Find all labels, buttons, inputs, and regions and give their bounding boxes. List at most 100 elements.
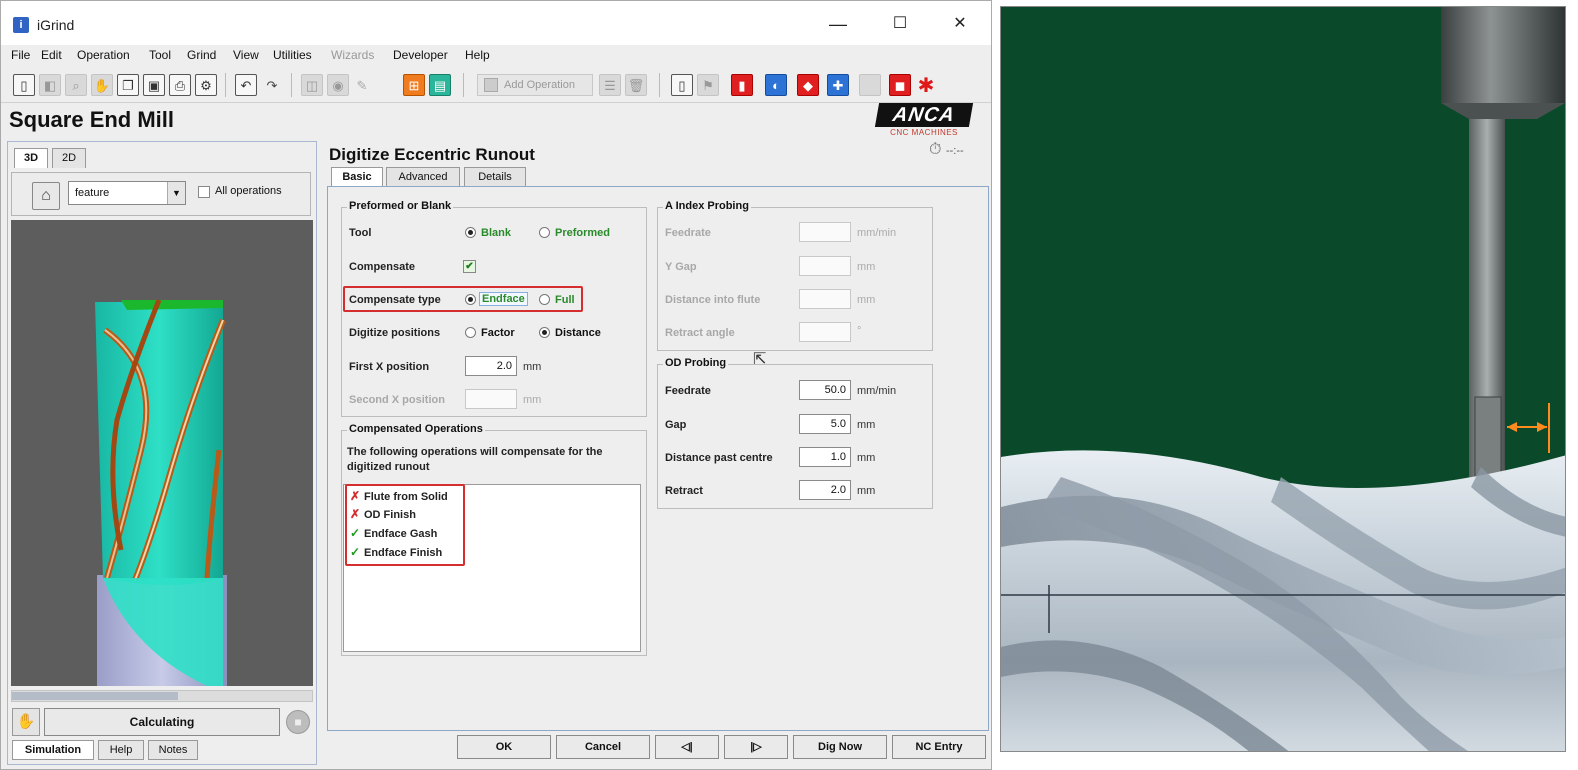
od-gap-unit: mm: [857, 419, 876, 431]
maximize-button[interactable]: ☐: [885, 13, 915, 35]
a-index-feedrate-input[interactable]: [799, 222, 851, 242]
pencil-icon[interactable]: ✎: [351, 74, 373, 96]
tab-3d[interactable]: 3D: [14, 148, 48, 168]
list-icon[interactable]: ☰: [599, 74, 621, 96]
menu-operation[interactable]: Operation: [77, 48, 130, 62]
menu-utilities[interactable]: Utilities: [273, 48, 312, 62]
home-icon[interactable]: ⌂: [32, 182, 60, 210]
wheel-icon[interactable]: ◉: [327, 74, 349, 96]
tab-advanced[interactable]: Advanced: [386, 167, 460, 187]
copy-icon[interactable]: ❐: [117, 74, 139, 96]
calculating-button[interactable]: Calculating: [44, 708, 280, 736]
zoom-icon[interactable]: ⌕: [65, 74, 87, 96]
app-icon: i: [13, 17, 29, 33]
menu-file[interactable]: File: [11, 48, 30, 62]
a-index-distance-input[interactable]: [799, 289, 851, 309]
first-x-input[interactable]: 2.0: [465, 356, 517, 376]
print-icon[interactable]: ⎙: [169, 74, 191, 96]
menu-tool[interactable]: Tool: [149, 48, 171, 62]
tab-simulation[interactable]: Simulation: [12, 740, 94, 760]
a-index-ygap-input[interactable]: [799, 256, 851, 276]
od-probing-title: OD Probing: [663, 357, 729, 369]
factor-radio[interactable]: [465, 327, 476, 338]
full-radio[interactable]: [539, 294, 550, 305]
tab-basic[interactable]: Basic: [331, 167, 383, 187]
tab-help[interactable]: Help: [98, 740, 144, 760]
dig-now-button[interactable]: Dig Now: [793, 735, 887, 759]
tab-2d[interactable]: 2D: [52, 148, 86, 168]
first-x-label: First X position: [349, 361, 430, 373]
compensated-operations-title: Compensated Operations: [347, 423, 485, 435]
od-feedrate-input[interactable]: 50.0: [799, 380, 851, 400]
model-view-panel: 3D 2D ⌂ feature ▼ All operations ✋ Calcu…: [7, 141, 317, 765]
second-x-unit: mm: [523, 394, 542, 406]
hand-icon[interactable]: ✋: [12, 708, 40, 736]
undo-icon[interactable]: ↶: [235, 74, 257, 96]
a-index-retract-input[interactable]: [799, 322, 851, 342]
minimize-button[interactable]: —: [823, 13, 853, 35]
new-file-icon[interactable]: ▯: [13, 74, 35, 96]
ok-button[interactable]: OK: [457, 735, 551, 759]
horizontal-scrollbar[interactable]: [11, 690, 313, 702]
grind-icon[interactable]: ⚙: [195, 74, 217, 96]
blank-icon[interactable]: [859, 74, 881, 96]
add-icon[interactable]: ✚: [827, 74, 849, 96]
second-x-input[interactable]: [465, 389, 517, 409]
next-button[interactable]: |▷: [724, 735, 788, 759]
previous-button[interactable]: ◁|: [655, 735, 719, 759]
open-icon[interactable]: ◧: [39, 74, 61, 96]
menu-developer[interactable]: Developer: [393, 48, 448, 62]
document-icon[interactable]: ▯: [671, 74, 693, 96]
paste-icon[interactable]: ◫: [301, 74, 323, 96]
scrollbar-thumb[interactable]: [12, 692, 178, 700]
pin-icon[interactable]: --:--: [946, 145, 964, 157]
od-feedrate-label: Feedrate: [665, 385, 711, 397]
blank-radio[interactable]: [465, 227, 476, 238]
delete-icon[interactable]: 🗑: [625, 74, 647, 96]
tool-label: Tool: [349, 227, 372, 239]
od-retract-label: Retract: [665, 485, 703, 497]
nc-entry-button[interactable]: NC Entry: [892, 735, 986, 759]
measure-icon[interactable]: ▮: [731, 74, 753, 96]
od-gap-input[interactable]: 5.0: [799, 414, 851, 434]
logo-word: ANCA: [874, 103, 974, 127]
menu-edit[interactable]: Edit: [41, 48, 62, 62]
menu-view[interactable]: View: [233, 48, 259, 62]
probe-icon[interactable]: ◐: [765, 74, 787, 96]
od-past-centre-label: Distance past centre: [665, 452, 773, 464]
od-retract-input[interactable]: 2.0: [799, 480, 851, 500]
end-mill-3d-render: [95, 299, 227, 686]
cancel-button[interactable]: Cancel: [556, 735, 650, 759]
star-icon[interactable]: ✱: [915, 74, 937, 97]
tab-notes[interactable]: Notes: [148, 740, 198, 760]
stop-icon[interactable]: ■: [286, 710, 310, 734]
close-button[interactable]: ✕: [945, 13, 975, 35]
save-icon[interactable]: ▣: [143, 74, 165, 96]
a-index-distance-label: Distance into flute: [665, 294, 761, 306]
flag-icon[interactable]: ⚑: [697, 74, 719, 96]
preformed-radio[interactable]: [539, 227, 550, 238]
tool-3d-viewport[interactable]: [11, 220, 313, 686]
od-past-centre-input[interactable]: 1.0: [799, 447, 851, 467]
redo-icon[interactable]: ↷: [261, 74, 283, 96]
menu-grind[interactable]: Grind: [187, 48, 216, 62]
distance-radio[interactable]: [539, 327, 550, 338]
feature-select[interactable]: feature ▼: [68, 181, 186, 205]
digitize-icon[interactable]: ◆: [797, 74, 819, 96]
menu-help[interactable]: Help: [465, 48, 490, 62]
wheel-pack-icon[interactable]: ◼: [889, 74, 911, 96]
menu-wizards[interactable]: Wizards: [331, 48, 374, 62]
probing-simulation-view[interactable]: [1000, 6, 1566, 752]
tab-details[interactable]: Details: [464, 167, 526, 187]
compensate-checkbox[interactable]: ✔: [463, 260, 476, 273]
probe-simulation-render: [1001, 7, 1565, 751]
title-bar: i iGrind — ☐ ✕: [1, 1, 991, 45]
all-operations-checkbox[interactable]: [198, 186, 210, 198]
a-index-ygap-label: Y Gap: [665, 261, 697, 273]
endface-radio[interactable]: [465, 294, 476, 305]
add-operation-button[interactable]: Add Operation: [477, 74, 593, 96]
pan-icon[interactable]: ✋: [91, 74, 113, 96]
simulate-icon[interactable]: ▤: [429, 74, 451, 96]
wizard-icon[interactable]: ⊞: [403, 74, 425, 96]
timer-icon[interactable]: ⏱: [929, 141, 941, 158]
